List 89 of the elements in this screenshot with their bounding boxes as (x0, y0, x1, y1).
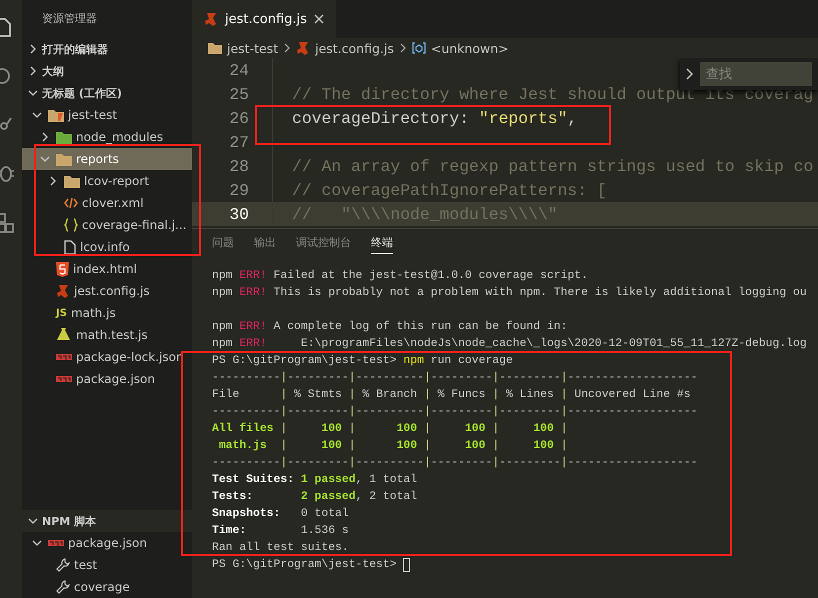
code-file-icon (64, 197, 78, 209)
tree-item[interactable]: coverage-final.j... (22, 214, 192, 236)
line-number: 29 (228, 180, 249, 200)
chevron-icon (28, 88, 38, 98)
editor-tab[interactable]: jest.config.js (192, 0, 336, 38)
chevron-icon (400, 43, 406, 53)
find-input[interactable]: 查找 (700, 62, 812, 86)
line-number: 27 (228, 132, 249, 152)
tree-item[interactable]: clover.xml (22, 192, 192, 214)
terminal-line: PS G:\gitProgram\jest-test> npm run coverage (212, 354, 513, 366)
line-number: 30 (228, 204, 249, 224)
chevron-icon (284, 43, 290, 53)
terminal-line: Time: 1.536 s (212, 524, 349, 536)
wrench-icon (56, 558, 70, 572)
close-icon[interactable] (314, 14, 324, 24)
terminal-line: npm ERR! This is probably not a problem with npm. There is likely additional logging ou (212, 286, 807, 298)
chevron-icon[interactable] (686, 68, 694, 80)
sidebar-title: 资源管理器 (41, 11, 98, 27)
braces-icon (64, 218, 78, 232)
terminal-line: All files | 100 | 100 | 100 | 100 | (212, 422, 568, 434)
line-number: 25 (228, 84, 249, 104)
terminal-line: npm ERR! A complete log of this run can be found in: (212, 320, 568, 332)
terminal-line: npm ERR! E:\programFiles\nodeJs\node_cache\_logs\2020-12-09T01_55_11_127Z-debug.log (212, 338, 807, 350)
panel-tab[interactable]: 输出 (254, 230, 276, 254)
files-icon[interactable] (0, 16, 14, 38)
section-header[interactable]: 大纲 (22, 60, 192, 82)
breadcrumb-item[interactable]: jest.config.js (296, 40, 394, 56)
terminal-line: Ran all test suites. (212, 542, 349, 554)
section-header[interactable]: 无标题 (工作区) (22, 82, 192, 104)
html-file-icon (56, 262, 69, 276)
tree-item[interactable]: JS math.js (22, 302, 192, 324)
terminal-line: npm ERR! Failed at the jest-test@1.0.0 coverage script. (212, 270, 588, 282)
folder-icon (56, 152, 72, 166)
tree-item[interactable]: lcov.info (22, 236, 192, 258)
code-line: // An array of regexp pattern strings used to skip co (292, 156, 814, 176)
test-file-icon (56, 328, 72, 342)
terminal-line: Tests: 2 passed, 2 total (212, 490, 418, 502)
tree-item[interactable]: lcov-report (22, 170, 192, 192)
search-icon[interactable] (0, 66, 12, 86)
tree-item[interactable]: index.html (22, 258, 192, 280)
panel-tab[interactable]: 调试控制台 (296, 230, 351, 254)
terminal-line: File | % Stmts | % Branch | % Funcs | % Lines | Uncovered Line #s (212, 388, 691, 400)
line-number: 28 (228, 156, 249, 176)
tree-item[interactable]: node_modules (22, 126, 192, 148)
tree-item[interactable]: package-lock.json (22, 346, 192, 368)
js-file-icon: JS (56, 308, 67, 318)
terminal-line: PS G:\gitProgram\jest-test> (212, 558, 398, 570)
wrench-icon (56, 580, 70, 594)
code-line: // coveragePathIgnorePatterns: [ (292, 180, 607, 200)
terminal-line: ----------|---------|----------|---------|---------|------------------- (212, 406, 698, 418)
tree-item[interactable]: coverage (22, 576, 192, 598)
tree-item[interactable]: reports (22, 148, 192, 170)
tree-item[interactable]: test (22, 554, 192, 576)
panel-tab[interactable]: 终端 (371, 230, 393, 254)
terminal-line: ----------|---------|----------|---------|---------|------------------- (212, 372, 698, 384)
file-icon (64, 240, 76, 254)
tree-item[interactable]: jest-test (22, 104, 192, 126)
chevron-icon (28, 44, 38, 54)
npm-file-icon (56, 376, 72, 382)
line-number: 24 (228, 60, 249, 80)
folder-icon (48, 108, 64, 122)
terminal-line: math.js | 100 | 100 | 100 | 100 | (218, 440, 568, 452)
terminal-line: Snapshots: 0 total (212, 508, 349, 520)
tree-item[interactable]: package.json (22, 368, 192, 390)
terminal-line: ----------|---------|----------|---------|---------|------------------- (212, 456, 698, 468)
chevron-icon (28, 66, 38, 76)
extensions-icon[interactable] (0, 212, 14, 234)
folder-icon (208, 42, 222, 54)
jest-file-icon (56, 284, 70, 298)
section-header[interactable]: NPM 脚本 (22, 510, 192, 532)
folder-icon (64, 174, 80, 188)
npm-file-icon (56, 354, 72, 360)
npm-file-icon (48, 540, 64, 546)
tree-item[interactable]: package.json (22, 532, 192, 554)
folder-icon (56, 130, 72, 144)
tree-item[interactable]: jest.config.js (22, 280, 192, 302)
section-header[interactable]: 打开的编辑器 (22, 38, 192, 60)
breadcrumb-item[interactable]: <unknown> (412, 40, 509, 56)
file-icon (204, 12, 218, 26)
symbol-icon (412, 42, 426, 54)
chevron-icon (28, 516, 38, 526)
terminal-line: Test Suites: 1 passed, 1 total (212, 474, 418, 486)
tree-item[interactable]: math.test.js (22, 324, 192, 346)
jest-file-icon (296, 41, 310, 55)
line-number: 26 (228, 108, 249, 128)
panel-tab[interactable]: 问题 (212, 230, 234, 254)
breadcrumb-item[interactable]: jest-test (208, 40, 278, 56)
code-line: coverageDirectory: "reports", (292, 108, 578, 128)
terminal-cursor (403, 558, 410, 572)
